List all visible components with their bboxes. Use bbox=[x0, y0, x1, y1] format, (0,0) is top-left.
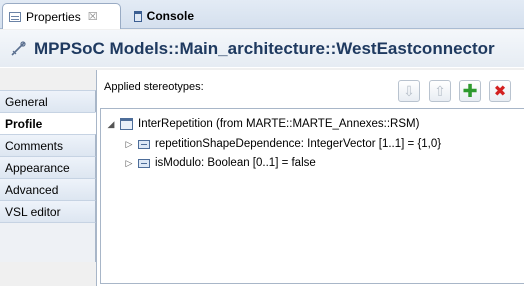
tree-row-stereotype[interactable]: ◢ InterRepetition (from MARTE::MARTE_Ann… bbox=[107, 116, 419, 132]
move-up-button[interactable]: ⇧ bbox=[429, 80, 451, 102]
tab-console-label: Console bbox=[146, 9, 194, 23]
section-tab-vsl-editor[interactable]: VSL editor bbox=[0, 200, 96, 222]
section-tab-profile[interactable]: Profile bbox=[0, 112, 96, 134]
connector-icon bbox=[10, 40, 26, 57]
section-tab-general[interactable]: General bbox=[0, 90, 96, 112]
move-down-button[interactable]: ⇩ bbox=[398, 80, 420, 102]
property-icon bbox=[138, 158, 150, 168]
stereotype-label: InterRepetition (from MARTE::MARTE_Annex… bbox=[138, 118, 420, 130]
profile-panel: Applied stereotypes: ⇩ ⇧ ✚ ✖ ◢ InterRepe… bbox=[96, 70, 524, 286]
section-tab-comments[interactable]: Comments bbox=[0, 134, 96, 156]
close-icon[interactable]: ☒ bbox=[88, 10, 98, 23]
arrow-down-icon: ⇩ bbox=[403, 82, 415, 99]
collapsed-twisty-icon[interactable]: ▷ bbox=[125, 158, 133, 169]
tab-properties-label: Properties bbox=[26, 9, 81, 24]
property-label: repetitionShapeDependence: IntegerVector… bbox=[155, 138, 442, 150]
property-icon bbox=[138, 139, 150, 149]
stereotype-tree[interactable]: ◢ InterRepetition (from MARTE::MARTE_Ann… bbox=[100, 108, 524, 284]
title-bar: MPPSoC Models::Main_architecture::WestEa… bbox=[0, 30, 524, 68]
property-label: isModulo: Boolean [0..1] = false bbox=[155, 157, 316, 169]
section-tab-appearance[interactable]: Appearance bbox=[0, 156, 96, 178]
section-tabs-filler bbox=[0, 222, 96, 262]
view-tab-strip: Properties ☒ Console bbox=[0, 0, 524, 29]
applied-stereotypes-label: Applied stereotypes: bbox=[104, 81, 204, 93]
collapsed-twisty-icon[interactable]: ▷ bbox=[125, 139, 133, 150]
add-stereotype-button[interactable]: ✚ bbox=[459, 80, 481, 102]
tree-row-property[interactable]: ▷ repetitionShapeDependence: IntegerVect… bbox=[125, 136, 442, 152]
section-tabs: General Profile Comments Appearance Adva… bbox=[0, 90, 96, 284]
properties-icon bbox=[9, 11, 21, 22]
arrow-up-icon: ⇧ bbox=[434, 82, 446, 99]
page-title: MPPSoC Models::Main_architecture::WestEa… bbox=[34, 38, 495, 58]
stereotype-icon bbox=[120, 118, 133, 130]
tree-row-property[interactable]: ▷ isModulo: Boolean [0..1] = false bbox=[125, 155, 316, 171]
remove-stereotype-button[interactable]: ✖ bbox=[489, 80, 511, 102]
plus-icon: ✚ bbox=[462, 80, 478, 101]
section-tab-advanced[interactable]: Advanced bbox=[0, 178, 96, 200]
delete-icon: ✖ bbox=[493, 83, 507, 100]
tab-console[interactable]: Console bbox=[127, 3, 201, 29]
console-icon bbox=[134, 10, 142, 22]
expanded-twisty-icon[interactable]: ◢ bbox=[107, 119, 115, 130]
properties-view: Properties ☒ Console MPPSoC Models::Main… bbox=[0, 0, 524, 286]
tab-properties[interactable]: Properties ☒ bbox=[2, 3, 121, 29]
